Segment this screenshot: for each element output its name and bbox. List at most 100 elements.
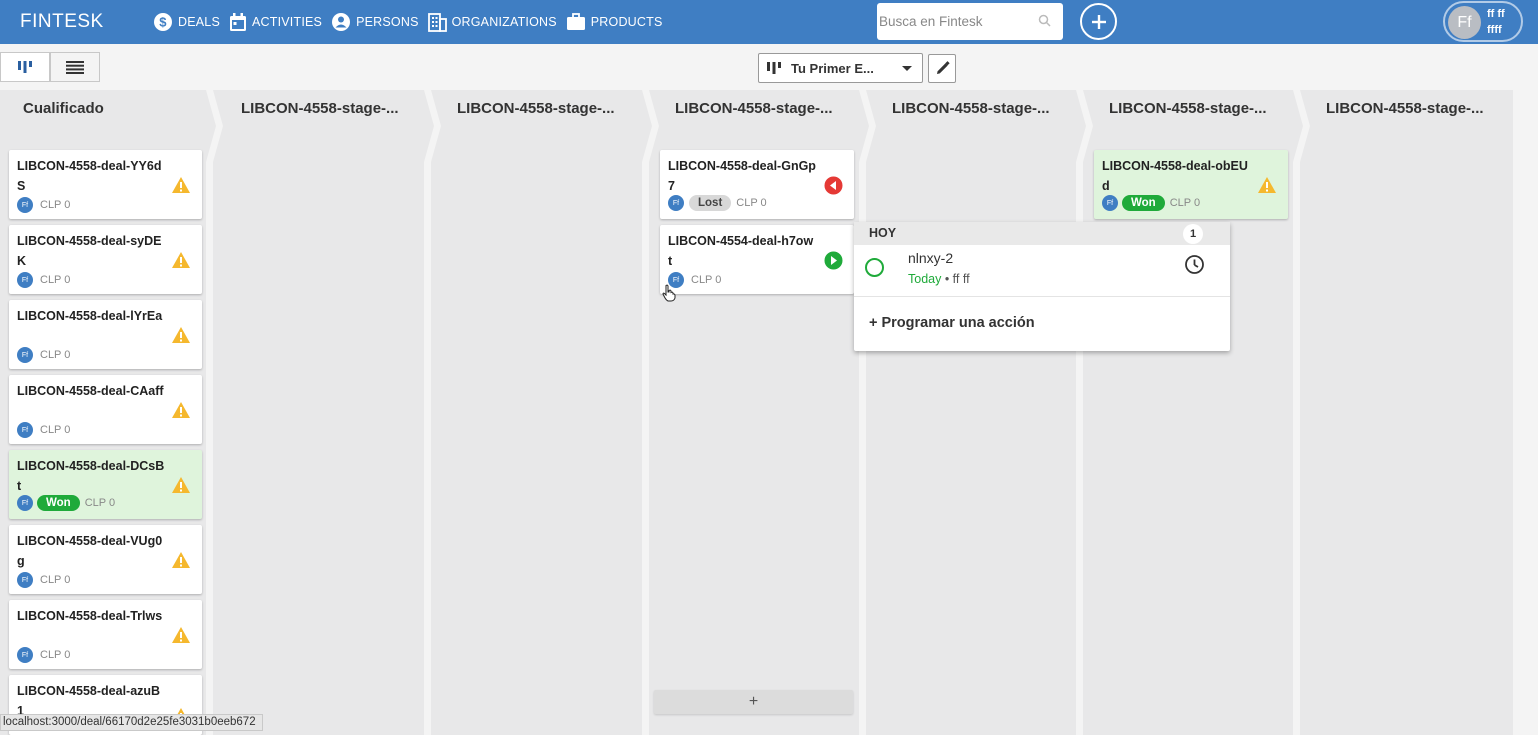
pipeline-icon — [767, 62, 781, 74]
activity-item[interactable]: nlnxy-2 Today • ff ff — [854, 245, 1230, 297]
stage-header[interactable]: LIBCON-4558-stage-... — [218, 90, 436, 126]
kanban-icon — [18, 61, 32, 73]
search-input[interactable] — [879, 14, 1039, 29]
deal-meta: Ff Lost CLP 0 — [668, 195, 767, 211]
deal-meta: Ff Won CLP 0 — [17, 495, 115, 511]
deal-card[interactable]: LIBCON-4558-deal-DCsBt Ff Won CLP 0 — [9, 450, 202, 519]
nav-products-label: PRODUCTS — [590, 15, 663, 29]
deal-title: LIBCON-4558-deal-DCsBt — [17, 459, 165, 493]
status-badge: Lost — [689, 195, 732, 211]
edit-pipeline-button[interactable] — [928, 54, 956, 83]
stage-title: LIBCON-4558-stage-... — [1326, 100, 1484, 117]
activity-title[interactable]: nlnxy-2 — [908, 250, 953, 266]
deal-meta: Ff CLP 0 — [668, 272, 721, 288]
warning-icon — [171, 251, 191, 274]
deal-title: LIBCON-4558-deal-VUg0g — [17, 534, 163, 568]
deal-meta: Ff CLP 0 — [17, 272, 70, 288]
stage-separator — [859, 90, 876, 735]
nav-organizations[interactable]: ORGANIZATIONS — [427, 12, 557, 32]
deal-meta: Ff CLP 0 — [17, 197, 70, 213]
deal-card[interactable]: LIBCON-4558-deal-obEUd Ff Won CLP 0 — [1094, 150, 1288, 219]
search-icon[interactable] — [1038, 14, 1051, 32]
hand-cursor-icon — [662, 284, 676, 302]
stage-column: LIBCON-4558-stage-... — [871, 90, 1088, 735]
stage-header[interactable]: LIBCON-4558-stage-... — [654, 90, 871, 126]
deal-title: LIBCON-4558-deal-obEUd — [1102, 159, 1248, 193]
avatar: Ff — [1448, 6, 1481, 39]
kanban-view-button[interactable] — [0, 52, 50, 82]
kanban-board: Cualificado LIBCON-4558-stage-... LIBCON… — [0, 90, 1538, 735]
stage-header[interactable]: Cualificado — [0, 90, 218, 126]
overdue-icon[interactable] — [824, 176, 843, 200]
scheduled-activity-icon[interactable] — [824, 251, 843, 275]
pipeline-select[interactable]: Tu Primer E... — [758, 53, 923, 83]
warning-icon — [171, 551, 191, 574]
deal-title: LIBCON-4558-deal-GnGp7 — [668, 159, 816, 193]
deal-amount: CLP 0 — [40, 199, 71, 211]
activity-count-badge: 1 — [1183, 224, 1203, 244]
avatar: Ff — [1102, 195, 1118, 211]
nav-activities[interactable]: ACTIVITIES — [229, 12, 323, 32]
deal-card[interactable]: LIBCON-4558-deal-GnGp7 Ff Lost CLP 0 — [660, 150, 854, 219]
pencil-icon — [936, 61, 950, 74]
stage-header[interactable]: LIBCON-4558-stage-... — [871, 90, 1088, 126]
stage-header[interactable]: LIBCON-4558-stage-... — [1088, 90, 1305, 126]
schedule-activity-link[interactable]: + Programar una acción — [869, 315, 1035, 331]
stage-separator — [206, 90, 223, 735]
list-view-button[interactable] — [50, 52, 100, 82]
stage-column: LIBCON-4558-stage-... — [436, 90, 654, 735]
activity-popover: HOY 1 nlnxy-2 Today • ff ff + Programar … — [854, 222, 1230, 351]
deal-amount: CLP 0 — [40, 649, 71, 661]
user-menu[interactable]: Ff ff ff ffff — [1443, 1, 1523, 42]
stage-title: LIBCON-4558-stage-... — [675, 100, 833, 117]
clock-icon[interactable] — [1184, 254, 1205, 280]
warning-icon — [1257, 176, 1277, 199]
link-preview-statusbar: localhost:3000/deal/66170d2e25fe3031b0ee… — [0, 714, 263, 731]
popover-header: HOY 1 — [854, 222, 1230, 245]
mark-done-checkbox[interactable] — [865, 258, 884, 277]
building-icon — [427, 12, 447, 32]
deal-title: LIBCON-4554-deal-h7owt — [668, 234, 814, 268]
nav-organizations-label: ORGANIZATIONS — [451, 15, 557, 29]
deal-amount: CLP 0 — [40, 349, 71, 361]
activity-owner: • ff ff — [941, 272, 970, 286]
nav-deals[interactable]: $ DEALS — [153, 12, 220, 32]
avatar: Ff — [17, 647, 33, 663]
nav-activities-label: ACTIVITIES — [252, 15, 323, 29]
top-navbar: FINTESK $ DEALS ACTIVITIES PERSONS ORGAN… — [0, 0, 1538, 44]
person-icon — [331, 12, 351, 32]
deal-amount: CLP 0 — [691, 274, 722, 286]
deal-card[interactable]: LIBCON-4554-deal-h7owt Ff CLP 0 — [660, 225, 854, 294]
deal-card[interactable]: LIBCON-4558-deal-YY6dS Ff CLP 0 — [9, 150, 202, 219]
stage-separator — [1293, 90, 1310, 735]
deal-card[interactable]: LIBCON-4558-deal-syDEK Ff CLP 0 — [9, 225, 202, 294]
nav-products[interactable]: PRODUCTS — [566, 13, 663, 31]
deal-title: LIBCON-4558-deal-Trlws — [17, 609, 163, 623]
avatar: Ff — [17, 197, 33, 213]
deal-card[interactable]: LIBCON-4558-deal-Trlws Ff CLP 0 — [9, 600, 202, 669]
stage-header[interactable]: LIBCON-4558-stage-... — [436, 90, 654, 126]
pipeline-select-value: Tu Primer E... — [791, 60, 874, 76]
view-toggle — [0, 52, 100, 82]
deal-title: LIBCON-4558-deal-lYrEa — [17, 309, 163, 323]
deal-card[interactable]: LIBCON-4558-deal-lYrEa Ff CLP 0 — [9, 300, 202, 369]
add-deal-button[interactable]: + — [654, 690, 853, 714]
nav-persons-label: PERSONS — [356, 15, 419, 29]
stage-title: Cualificado — [23, 100, 104, 117]
stage-header[interactable]: LIBCON-4558-stage-... — [1305, 90, 1513, 126]
nav-persons[interactable]: PERSONS — [331, 12, 419, 32]
deal-title: LIBCON-4558-deal-YY6dS — [17, 159, 162, 193]
global-search — [877, 3, 1063, 40]
brand-logo[interactable]: FINTESK — [20, 11, 104, 33]
svg-text:$: $ — [159, 15, 167, 30]
stage-title: LIBCON-4558-stage-... — [241, 100, 399, 117]
deal-amount: CLP 0 — [736, 197, 767, 209]
avatar: Ff — [17, 422, 33, 438]
chevron-down-icon — [902, 66, 912, 71]
deal-card[interactable]: LIBCON-4558-deal-VUg0g Ff CLP 0 — [9, 525, 202, 594]
activity-due: Today — [908, 272, 942, 286]
deal-card[interactable]: LIBCON-4558-deal-CAaff Ff CLP 0 — [9, 375, 202, 444]
add-button[interactable] — [1080, 3, 1117, 40]
deal-meta: Ff CLP 0 — [17, 422, 70, 438]
warning-icon — [171, 626, 191, 649]
